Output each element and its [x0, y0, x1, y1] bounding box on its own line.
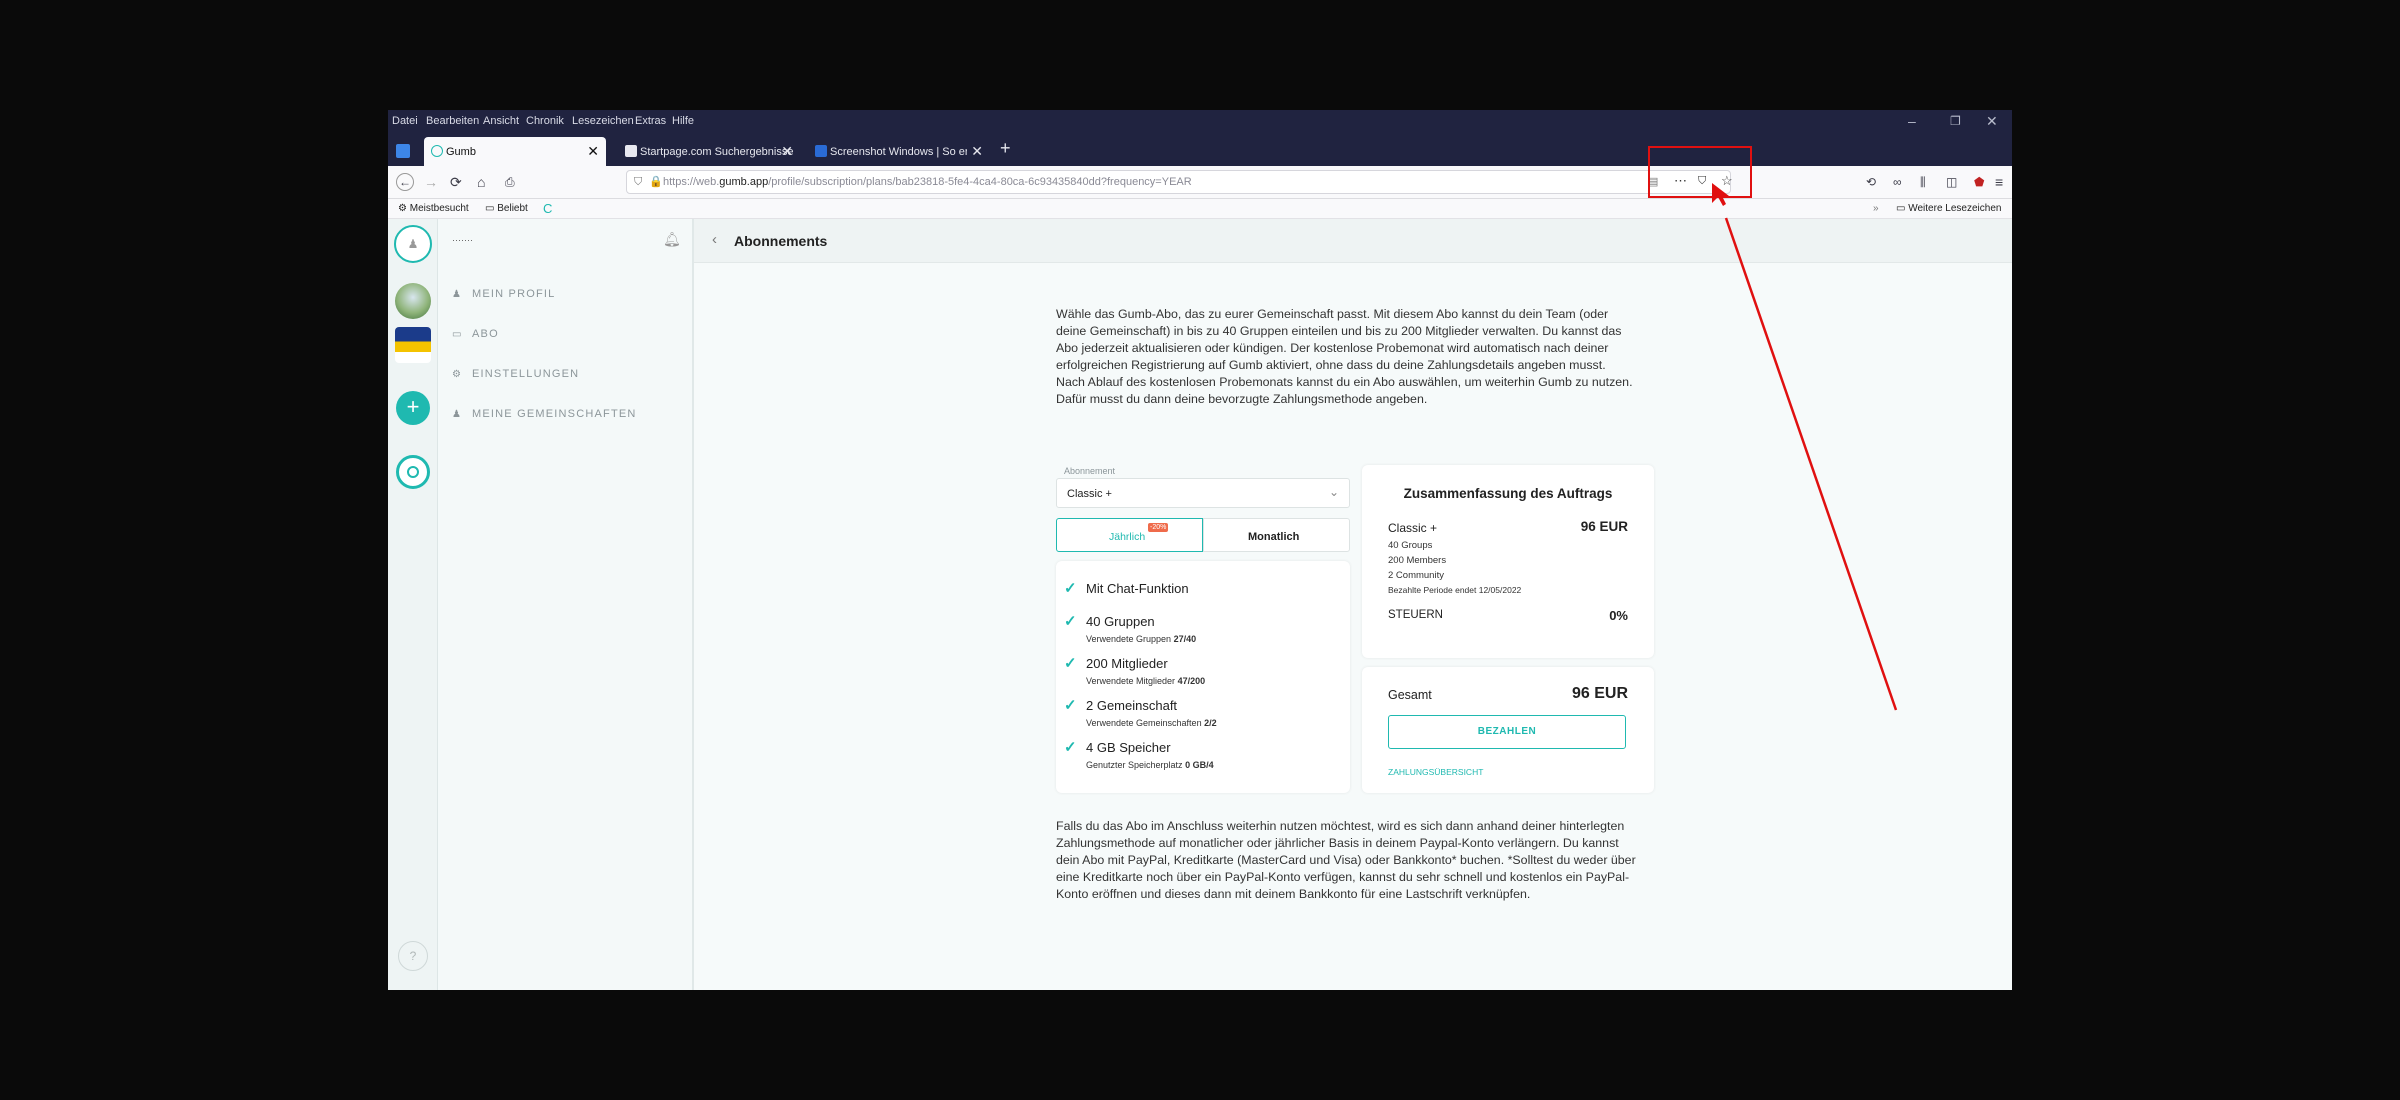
mouse-cursor-icon — [1712, 183, 1729, 206]
annotation-arrow-line — [1724, 217, 1898, 711]
screenshot-frame: Datei Bearbeiten Ansicht Chronik Lesezei… — [388, 110, 2012, 990]
annotation-arrow — [1712, 183, 1898, 711]
